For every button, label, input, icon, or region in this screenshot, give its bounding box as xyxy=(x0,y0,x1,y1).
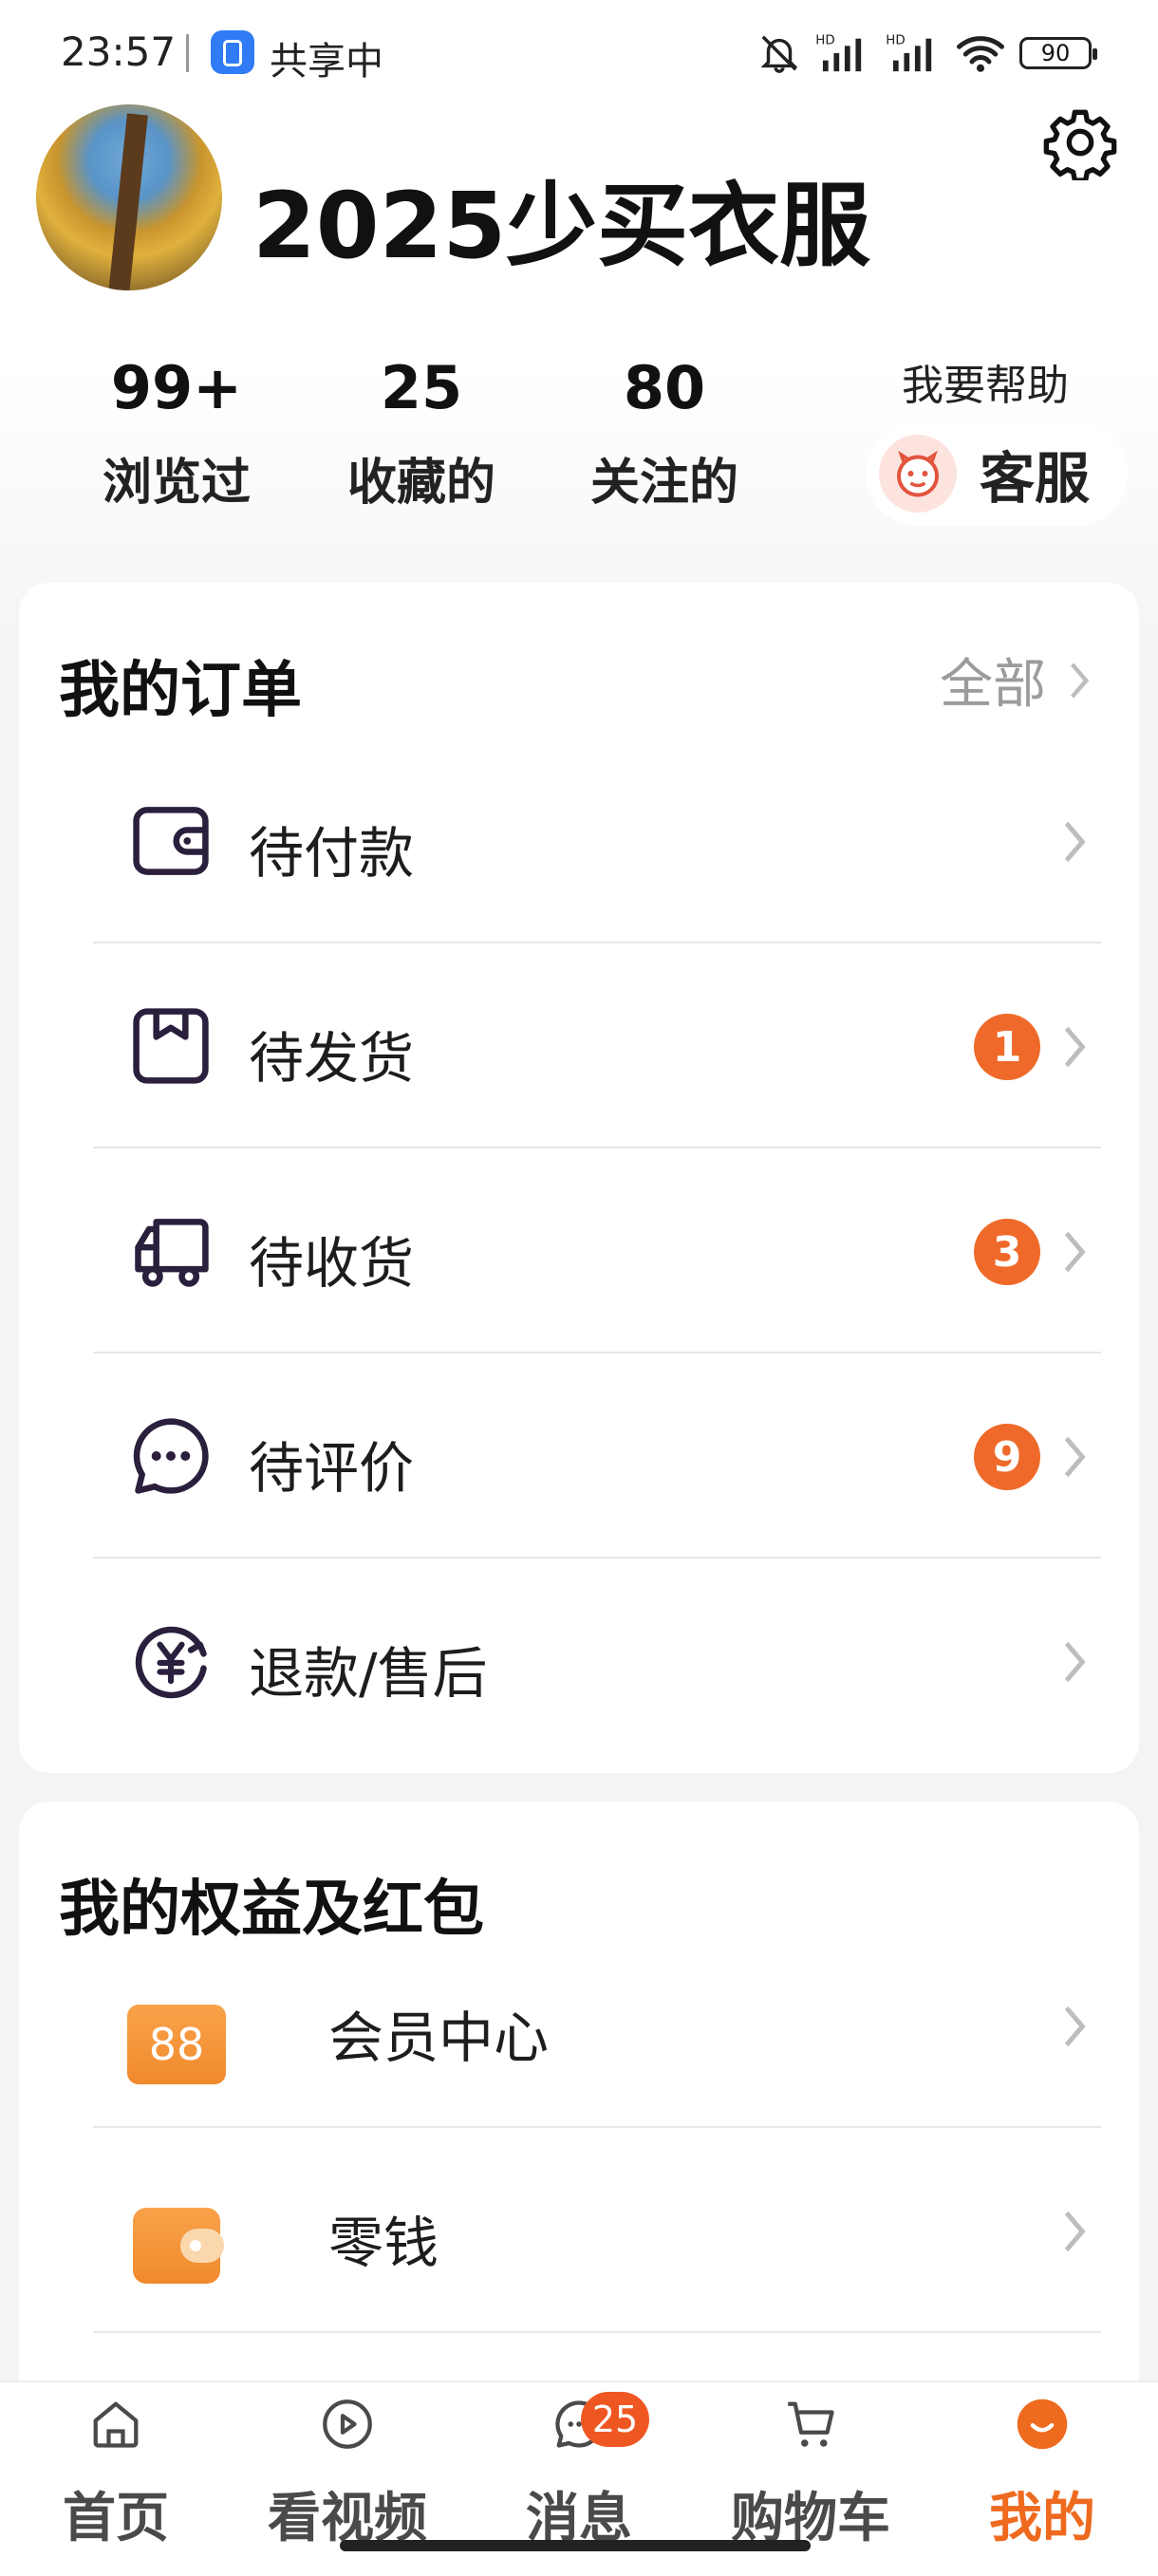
status-divider xyxy=(186,34,189,72)
wifi-icon xyxy=(957,36,1004,72)
orders-title: 我的订单 xyxy=(59,656,302,726)
profile-icon xyxy=(1017,2399,1068,2450)
customer-service-label: 客服 xyxy=(980,446,1091,511)
home-icon xyxy=(93,2401,139,2448)
order-row-pending-review[interactable]: 待评价 9 xyxy=(93,1353,1101,1559)
order-row-pending-receipt[interactable]: 待收货 3 xyxy=(93,1148,1101,1353)
battery-icon: 90 xyxy=(1019,37,1097,69)
hd-signal-icon: HD xyxy=(886,33,932,72)
all-orders-label: 全部 xyxy=(940,654,1046,716)
stat-value: 99+ xyxy=(110,353,243,422)
orders-card: 我的订单 全部 待付款 待发货 1 待收货 3 待评价 9 退款/售后 xyxy=(19,583,1139,1773)
refund-icon xyxy=(135,1626,207,1699)
svg-text:HD: HD xyxy=(815,33,834,47)
count-badge: 3 xyxy=(974,1219,1040,1285)
order-row-pending-shipment[interactable]: 待发货 1 xyxy=(93,943,1101,1148)
stat-favorites[interactable]: 25 收藏的 xyxy=(317,353,526,513)
vip-icon: 88 xyxy=(127,2005,226,2084)
chevron-right-icon xyxy=(1064,2211,1086,2252)
chevron-right-icon xyxy=(1064,2006,1086,2047)
order-row-label: 待发货 xyxy=(249,1026,415,1091)
settings-gear-icon[interactable] xyxy=(1042,104,1118,180)
order-row-label: 待付款 xyxy=(249,821,415,886)
sharing-label: 共享中 xyxy=(270,40,383,84)
cart-icon xyxy=(788,2401,834,2447)
all-orders-link[interactable]: 全部 xyxy=(940,642,1092,719)
home-indicator[interactable] xyxy=(340,2540,811,2551)
stat-value: 80 xyxy=(623,353,706,422)
divider xyxy=(93,2331,1101,2333)
nav-cart[interactable]: 购物车 xyxy=(706,2382,915,2563)
screen-share-icon xyxy=(211,30,254,74)
rights-row-change[interactable]: 零钱 xyxy=(93,2128,1101,2333)
nav-home[interactable]: 首页 xyxy=(11,2382,220,2563)
stat-label: 关注的 xyxy=(589,455,738,512)
customer-service-button[interactable]: 客服 xyxy=(866,421,1128,526)
rights-row-label: 零钱 xyxy=(328,2211,439,2275)
count-badge: 1 xyxy=(974,1014,1040,1080)
stat-label: 收藏的 xyxy=(346,455,495,512)
username[interactable]: 2025少买衣服 xyxy=(252,152,870,284)
help-title: 我要帮助 xyxy=(902,362,1069,410)
mute-bell-icon xyxy=(760,35,798,73)
stat-label: 浏览过 xyxy=(102,455,251,512)
rights-row-label: 会员中心 xyxy=(328,2006,550,2070)
stat-value: 25 xyxy=(380,353,463,422)
chevron-right-icon xyxy=(1064,1641,1086,1683)
chevron-right-icon xyxy=(1070,662,1090,699)
order-row-label: 退款/售后 xyxy=(249,1641,488,1706)
truck-icon xyxy=(135,1219,209,1287)
order-row-refund[interactable]: 退款/售后 xyxy=(93,1559,1101,1764)
stat-following[interactable]: 80 关注的 xyxy=(560,353,769,513)
change-wallet-icon xyxy=(133,2208,224,2284)
count-badge: 9 xyxy=(974,1424,1040,1490)
order-row-label: 待评价 xyxy=(249,1436,415,1501)
status-time: 23:57 xyxy=(61,28,177,75)
chevron-right-icon xyxy=(1064,1231,1086,1273)
nav-me[interactable]: 我的 xyxy=(938,2382,1147,2563)
hd-signal-icon: HD xyxy=(815,33,862,72)
package-icon xyxy=(133,1008,209,1084)
chevron-right-icon xyxy=(1064,1436,1086,1478)
play-icon xyxy=(323,2399,372,2449)
nav-label: 我的 xyxy=(989,2488,1095,2549)
order-row-label: 待收货 xyxy=(249,1231,415,1296)
comment-icon xyxy=(133,1418,209,1494)
stat-browsed[interactable]: 99+ 浏览过 xyxy=(72,353,281,513)
customer-service-mascot-icon xyxy=(879,435,957,513)
nav-label: 首页 xyxy=(63,2488,169,2549)
avatar[interactable] xyxy=(36,104,222,290)
svg-text:HD: HD xyxy=(886,33,905,47)
status-bar: 23:57 共享中 HD HD 90 xyxy=(0,0,1158,112)
nav-video[interactable]: 看视频 xyxy=(243,2382,452,2563)
chevron-right-icon xyxy=(1064,1026,1086,1068)
message-count-badge: 25 xyxy=(581,2392,649,2447)
status-icons: HD HD 90 xyxy=(757,28,1097,78)
chevron-right-icon xyxy=(1064,821,1086,863)
order-row-pending-payment[interactable]: 待付款 xyxy=(93,738,1101,943)
rights-row-vip-center[interactable]: 88 会员中心 xyxy=(93,1923,1101,2128)
wallet-icon xyxy=(133,807,209,875)
nav-messages[interactable]: 25 消息 xyxy=(475,2382,683,2563)
